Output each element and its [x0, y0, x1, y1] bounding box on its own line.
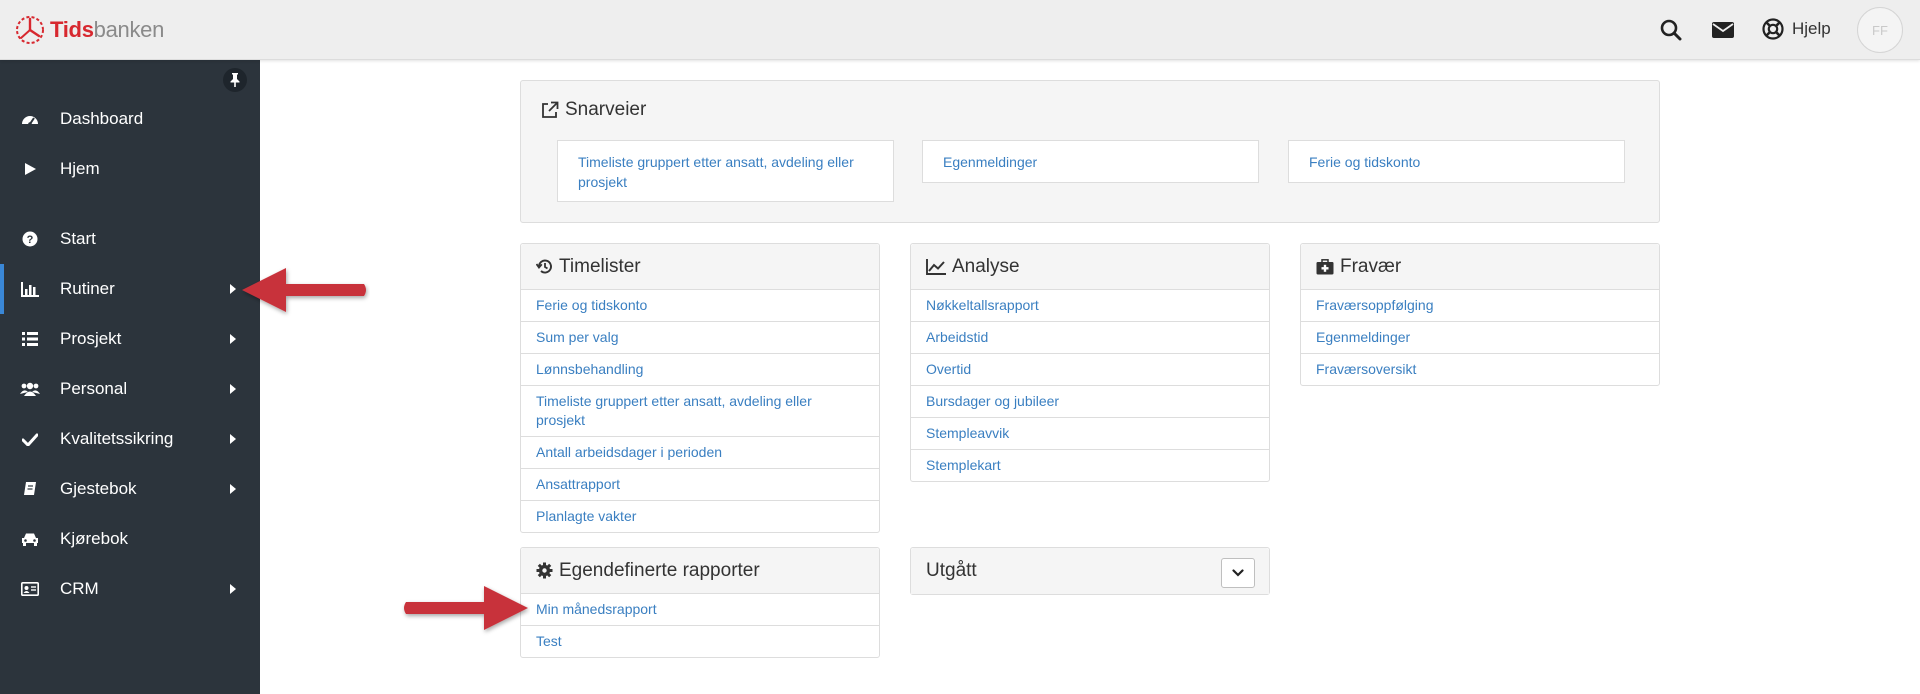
caret-right-icon — [230, 284, 236, 294]
list-item[interactable]: Bursdager og jubileer — [911, 386, 1269, 418]
sidebar-item-label: Kjørebok — [60, 529, 129, 548]
sidebar-item-hjem[interactable]: Hjem — [0, 144, 260, 194]
list-icon — [20, 329, 40, 349]
list-item[interactable]: Ferie og tidskonto — [521, 290, 879, 322]
list-item[interactable]: Antall arbeidsdager i perioden — [521, 437, 879, 469]
list-item[interactable]: Overtid — [911, 354, 1269, 386]
list-item[interactable]: Sum per valg — [521, 322, 879, 354]
list-item[interactable]: Planlagte vakter — [521, 501, 879, 532]
sidebar-item-start[interactable]: ? Start — [0, 214, 260, 264]
sidebar-item-label: Prosjekt — [60, 329, 122, 348]
logo-text: Tidsbanken — [50, 17, 164, 43]
history-icon — [536, 259, 552, 274]
help-label: Hjelp — [1792, 19, 1831, 38]
timelister-title: Timelister — [559, 255, 641, 277]
check-icon — [20, 429, 40, 449]
caret-right-icon — [230, 384, 236, 394]
mail-icon[interactable] — [1710, 17, 1736, 43]
help-button[interactable]: Hjelp — [1762, 18, 1831, 40]
sidebar-item-label: Dashboard — [60, 109, 144, 128]
lifebuoy-icon — [1762, 18, 1784, 40]
list-item[interactable]: Timeliste gruppert etter ansatt, avdelin… — [521, 386, 879, 437]
list-item[interactable]: Egenmeldinger — [1301, 322, 1659, 354]
list-item[interactable]: Min månedsrapport — [521, 594, 879, 626]
bar-chart-icon — [20, 279, 40, 299]
sidebar-item-kvalitetssikring[interactable]: Kvalitetssikring — [0, 414, 260, 464]
list-item[interactable]: Nøkkeltallsrapport — [911, 290, 1269, 322]
custom-reports-panel: Egendefinerte rapporter Min månedsrappor… — [520, 547, 880, 658]
sidebar-item-crm[interactable]: CRM — [0, 564, 260, 614]
pin-icon[interactable] — [223, 68, 247, 92]
sidebar-item-label: Rutiner — [60, 279, 115, 298]
utgatt-panel: Utgått — [910, 547, 1270, 595]
sidebar-item-kjorebok[interactable]: Kjørebok — [0, 514, 260, 564]
shortcuts-title: Snarveier — [541, 99, 646, 121]
external-link-icon — [542, 101, 559, 118]
search-icon[interactable] — [1658, 17, 1684, 43]
caret-right-icon — [230, 434, 236, 444]
list-item[interactable]: Lønnsbehandling — [521, 354, 879, 386]
annotation-arrow-rutiner — [242, 268, 366, 312]
sidebar-item-label: Start — [60, 229, 96, 248]
list-item[interactable]: Fraværsoppfølging — [1301, 290, 1659, 322]
sidebar-item-label: Kvalitetssikring — [60, 429, 174, 448]
avatar[interactable]: FF — [1857, 7, 1903, 53]
fravaer-title: Fravær — [1340, 255, 1402, 277]
analyse-title: Analyse — [952, 255, 1020, 277]
list-item[interactable]: Arbeidstid — [911, 322, 1269, 354]
timelister-panel: Timelister Ferie og tidskonto Sum per va… — [520, 243, 880, 533]
list-item[interactable]: Stemplekart — [911, 450, 1269, 481]
top-bar: Tidsbanken Hjelp FF — [0, 0, 1920, 60]
sidebar-item-label: Gjestebok — [60, 479, 137, 498]
list-item[interactable]: Test — [521, 626, 879, 657]
shortcut-timeliste[interactable]: Timeliste gruppert etter ansatt, avdelin… — [557, 140, 894, 202]
timelister-header: Timelister — [521, 244, 879, 290]
line-chart-icon — [926, 258, 946, 275]
sidebar-item-label: Hjem — [60, 159, 100, 178]
question-circle-icon: ? — [20, 229, 40, 249]
caret-right-icon — [230, 584, 236, 594]
custom-reports-header: Egendefinerte rapporter — [521, 548, 879, 594]
logo-text-gray: banken — [93, 17, 165, 42]
users-icon — [20, 379, 40, 399]
analyse-panel: Analyse Nøkkeltallsrapport Arbeidstid Ov… — [910, 243, 1270, 482]
sidebar-item-rutiner[interactable]: Rutiner — [0, 264, 260, 314]
sidebar-item-label: CRM — [60, 579, 99, 598]
utgatt-header: Utgått — [911, 548, 1269, 594]
logo-text-red: Tids — [50, 17, 94, 42]
dashboard-icon — [20, 109, 40, 129]
clock-logo-icon — [16, 16, 44, 44]
list-item[interactable]: Fraværsoversikt — [1301, 354, 1659, 385]
shortcuts-panel: Snarveier Timeliste gruppert etter ansat… — [520, 80, 1660, 223]
sidebar: Dashboard Hjem ? Start Rutiner Prosjekt … — [0, 60, 260, 694]
sidebar-item-personal[interactable]: Personal — [0, 364, 260, 414]
custom-reports-title: Egendefinerte rapporter — [559, 559, 760, 581]
car-icon — [20, 529, 40, 549]
list-item[interactable]: Ansattrapport — [521, 469, 879, 501]
shortcut-egenmeldinger[interactable]: Egenmeldinger — [922, 140, 1259, 183]
shortcuts-title-label: Snarveier — [565, 99, 647, 120]
caret-right-icon — [230, 484, 236, 494]
sidebar-item-prosjekt[interactable]: Prosjekt — [0, 314, 260, 364]
annotation-arrow-report — [404, 586, 528, 630]
play-icon — [20, 159, 40, 179]
utgatt-title: Utgått — [926, 560, 977, 581]
fravaer-header: Fravær — [1301, 244, 1659, 290]
sidebar-item-dashboard[interactable]: Dashboard — [0, 94, 260, 144]
caret-right-icon — [230, 334, 236, 344]
expand-button[interactable] — [1221, 558, 1255, 588]
medkit-icon — [1316, 258, 1334, 274]
logo[interactable]: Tidsbanken — [14, 14, 164, 46]
analyse-header: Analyse — [911, 244, 1269, 290]
fravaer-panel: Fravær Fraværsoppfølging Egenmeldinger F… — [1300, 243, 1660, 386]
book-icon — [20, 479, 40, 499]
list-item[interactable]: Stempleavvik — [911, 418, 1269, 450]
sidebar-item-gjestebok[interactable]: Gjestebok — [0, 464, 260, 514]
chevron-down-icon — [1232, 569, 1244, 577]
shortcut-ferie[interactable]: Ferie og tidskonto — [1288, 140, 1625, 183]
id-card-icon — [20, 579, 40, 599]
gear-icon — [536, 562, 553, 579]
svg-text:?: ? — [27, 234, 34, 246]
sidebar-item-label: Personal — [60, 379, 128, 398]
